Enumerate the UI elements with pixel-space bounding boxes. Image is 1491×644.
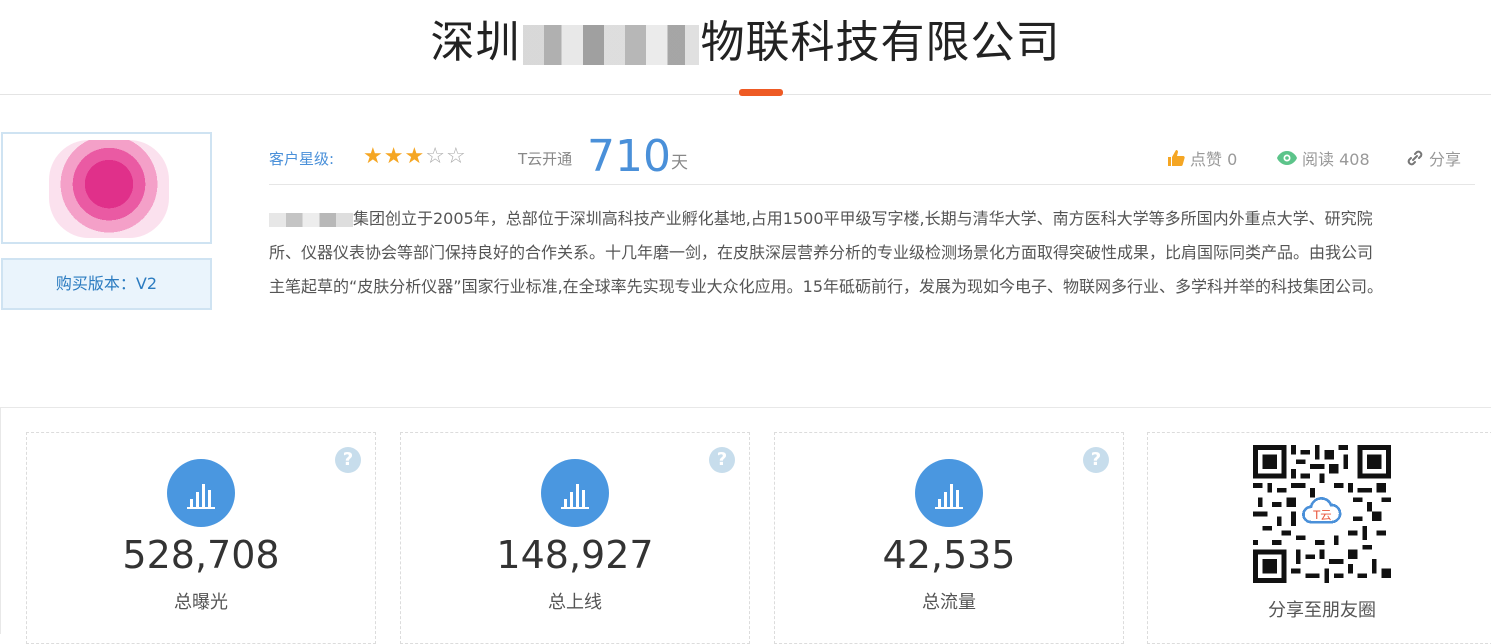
stat-value: 528,708 — [122, 533, 280, 577]
title-bar: 深圳 物联科技有限公司 — [0, 0, 1491, 96]
read-label: 阅读 408 — [1302, 150, 1370, 169]
company-title-suffix: 物联科技有限公司 — [700, 17, 1061, 68]
company-description: 集团创立于2005年，总部位于深圳高科技产业孵化基地,占用1500平甲级写字楼,… — [269, 202, 1479, 304]
redacted-name-blur — [269, 212, 353, 227]
bar-chart-icon — [915, 459, 983, 527]
bar-chart-icon — [541, 459, 609, 527]
help-icon[interactable]: ? — [1083, 447, 1109, 473]
help-icon[interactable]: ? — [335, 447, 361, 473]
like-label: 点赞 0 — [1190, 150, 1238, 169]
title-underline — [739, 89, 783, 96]
share-qr-card: T云 分享至朋友圈 — [1147, 432, 1491, 644]
stat-label: 总曝光 — [174, 592, 228, 613]
stat-value: 42,535 — [882, 533, 1016, 577]
eye-icon — [1277, 151, 1297, 165]
star-filled-icon: ★ — [404, 144, 426, 169]
stat-label: 总流量 — [922, 592, 976, 613]
share-label: 分享 — [1429, 150, 1462, 169]
logo-image-blurred — [49, 140, 169, 238]
tyun-unit: 天 — [671, 153, 688, 173]
star-rating: ★★★☆☆ — [363, 144, 467, 169]
qr-code-icon[interactable]: T云 — [1253, 445, 1391, 583]
description-line: 集团创立于2005年，总部位于深圳高科技产业孵化基地,占用1500平甲级写字楼,… — [269, 202, 1479, 236]
rating-label: 客户星级: — [269, 150, 335, 168]
like-button[interactable]: 点赞 0 — [1166, 146, 1237, 170]
stat-card-traffic: ? 42,535 总流量 — [774, 432, 1124, 644]
company-title: 深圳 物联科技有限公司 — [0, 14, 1491, 72]
stat-card-exposure: ? 528,708 总曝光 — [26, 432, 376, 644]
star-filled-icon: ★ — [363, 144, 384, 169]
bar-chart-icon — [167, 459, 235, 527]
description-line-2: 所、仪器仪表协会等部门保持良好的合作关系。十几年磨一剑，在皮肤深层营养分析的专业… — [269, 243, 1374, 262]
share-button[interactable]: 分享 — [1405, 146, 1461, 170]
company-logo — [1, 132, 212, 244]
tyun-days: 710 — [587, 131, 671, 182]
star-empty-icon: ☆ — [445, 144, 467, 169]
redacted-name-blur — [522, 25, 699, 65]
stat-label: 总上线 — [548, 592, 602, 613]
description-line-3: 主笔起草的“皮肤分析仪器”国家行业标准,在全球率先实现专业大众化应用。15年砥砺… — [269, 277, 1384, 296]
star-filled-icon: ★ — [383, 144, 405, 169]
tyun-label: T云开通 — [518, 150, 573, 168]
help-icon[interactable]: ? — [709, 447, 735, 473]
star-empty-icon: ☆ — [425, 144, 446, 169]
stat-value: 148,927 — [496, 533, 654, 577]
thumbs-up-icon — [1168, 150, 1185, 166]
qr-center-text: T云 — [1312, 508, 1331, 522]
version-badge: 购买版本：V2 — [1, 258, 212, 310]
read-count: 阅读 408 — [1276, 146, 1370, 170]
description-line-1: 集团创立于2005年，总部位于深圳高科技产业孵化基地,占用1500平甲级写字楼,… — [353, 209, 1373, 228]
link-icon — [1407, 150, 1423, 166]
stat-card-online: ? 148,927 总上线 — [400, 432, 750, 644]
rating-row: 客户星级: ★★★☆☆ T云开通 710 天 点赞 0 阅读 408 分享 — [269, 130, 1475, 185]
qr-share-label: 分享至朋友圈 — [1268, 600, 1376, 621]
company-title-prefix: 深圳 — [430, 17, 521, 68]
